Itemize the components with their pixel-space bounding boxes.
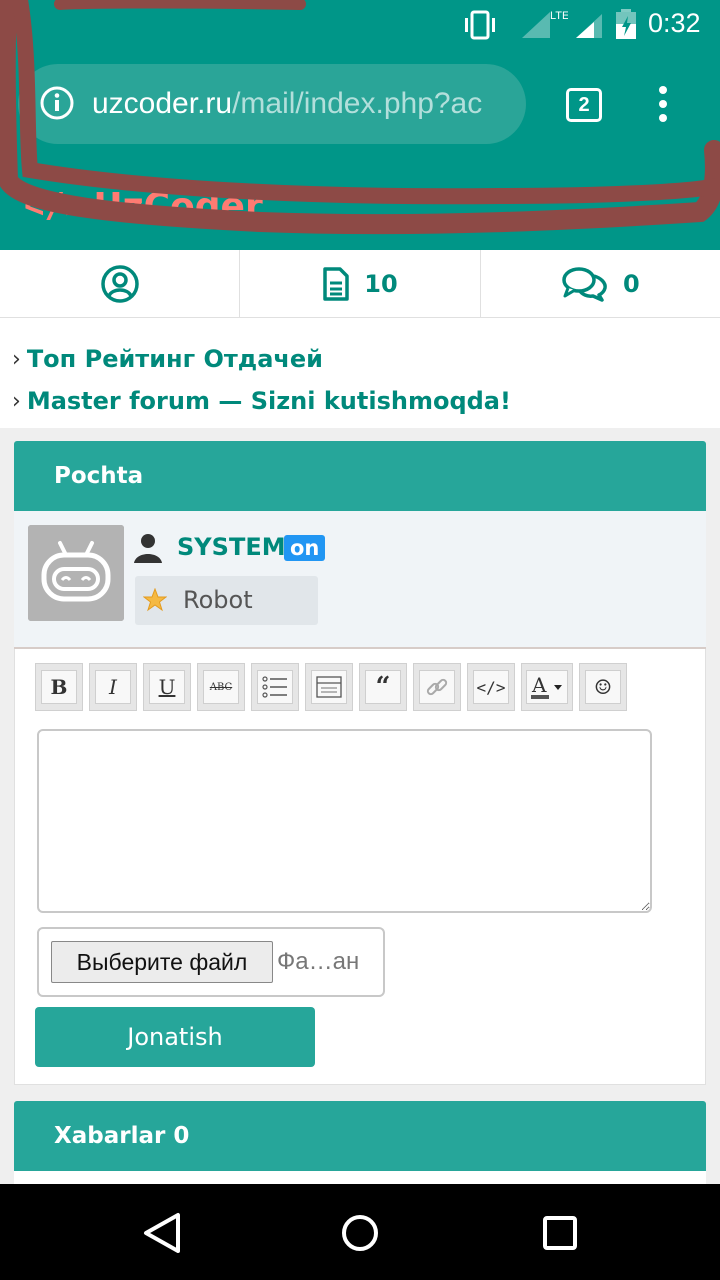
url-text[interactable]: uzcoder.ru/mail/index.php?ac [92,82,512,126]
quote-icon: “ [365,670,401,704]
star-icon [143,588,167,612]
send-button[interactable]: Jonatish [35,1007,315,1067]
sender-name[interactable]: SYSTEM [177,533,286,561]
quote-button[interactable]: “ [359,663,407,711]
documents-count: 10 [364,269,398,298]
user-circle-icon [100,264,139,303]
text-color-icon: A [526,670,568,704]
underline-button[interactable]: U [143,663,191,711]
back-icon[interactable] [142,1212,182,1254]
file-input[interactable]: Выберите файл Фа…ан [37,927,385,997]
nav-documents[interactable]: 10 [240,250,481,317]
link-master-forum[interactable]: Master forum — Sizni kutishmoqda! [27,387,511,415]
clock: 0:32 [648,8,701,38]
featured-links: › Топ Рейтинг Отдачей › Master forum — S… [0,318,720,428]
code-icon: </> [24,186,86,226]
strikethrough-icon: ABC [203,670,239,704]
smile-icon: ☺ [585,670,621,704]
document-icon [323,266,350,301]
italic-button[interactable]: I [89,663,137,711]
message-textarea[interactable] [37,729,652,913]
recent-apps-icon[interactable] [542,1215,578,1251]
editor-toolbar: B I U ABC “ </> A ☺ [35,663,633,711]
browser-toolbar: uzcoder.ru/mail/index.php?ac 2 [0,50,720,160]
code-button[interactable]: </> [467,663,515,711]
signal-icon [576,14,602,38]
chevron-right-icon: › [12,346,21,372]
list-item: › Master forum — Sizni kutishmoqda! [0,380,720,422]
avatar[interactable] [28,525,124,621]
home-icon[interactable] [340,1213,380,1253]
more-vert-icon[interactable] [648,84,678,124]
spoiler-button[interactable] [305,663,353,711]
link-button[interactable] [413,663,461,711]
logo-text: UzCoder [93,185,263,227]
nav-profile[interactable] [0,250,241,317]
svg-text:A: A [531,673,547,697]
code-icon: </> [473,670,509,704]
list-icon [257,670,293,704]
signal-lte-icon: LTE [522,10,568,38]
chevron-right-icon: › [12,388,21,414]
site-logo[interactable]: </> UzCoder [24,184,263,228]
url-path: /mail/index.php?ac [232,87,483,120]
vibrate-icon [465,10,495,40]
sender-info: SYSTEM on Robot [14,511,706,649]
role-label: Robot [183,586,253,614]
bold-button[interactable]: B [35,663,83,711]
online-status-badge: on [284,535,326,561]
url-host: uzcoder.ru [92,87,233,120]
color-button[interactable]: A [521,663,573,711]
nav-chat[interactable]: 0 [481,250,720,317]
smile-button[interactable]: ☺ [579,663,627,711]
mail-panel-header: Pochta [14,441,706,511]
bold-icon: B [41,670,77,704]
spoiler-icon [311,670,347,704]
underline-icon: U [149,670,185,704]
file-status: Фа…ан [277,948,360,975]
strike-button[interactable]: ABC [197,663,245,711]
chat-count: 0 [622,269,640,298]
top-nav: 10 0 [0,250,720,318]
link-icon [419,670,455,704]
link-top-rating[interactable]: Топ Рейтинг Отдачей [27,345,323,373]
info-icon[interactable] [40,86,74,120]
messages-panel-body [14,1171,706,1185]
address-bar[interactable]: uzcoder.ru/mail/index.php?ac [18,64,526,144]
system-nav-bar [0,1184,720,1280]
italic-icon: I [95,670,131,704]
list-item: › Топ Рейтинг Отдачей [0,338,720,380]
lte-label: LTE [550,10,568,22]
role-badge: Robot [135,576,318,625]
user-icon [134,534,162,563]
compose-form: B I U ABC “ </> A ☺ Выберите файл Фа…ан … [14,649,706,1085]
choose-file-button[interactable]: Выберите файл [51,941,273,983]
messages-panel-header: Xabarlar 0 [14,1101,706,1171]
tab-switcher-button[interactable]: 2 [566,88,602,122]
chat-bubbles-icon [562,266,607,302]
status-bar: LTE 0:32 [0,0,720,50]
list-button[interactable] [251,663,299,711]
battery-icon [616,9,636,39]
